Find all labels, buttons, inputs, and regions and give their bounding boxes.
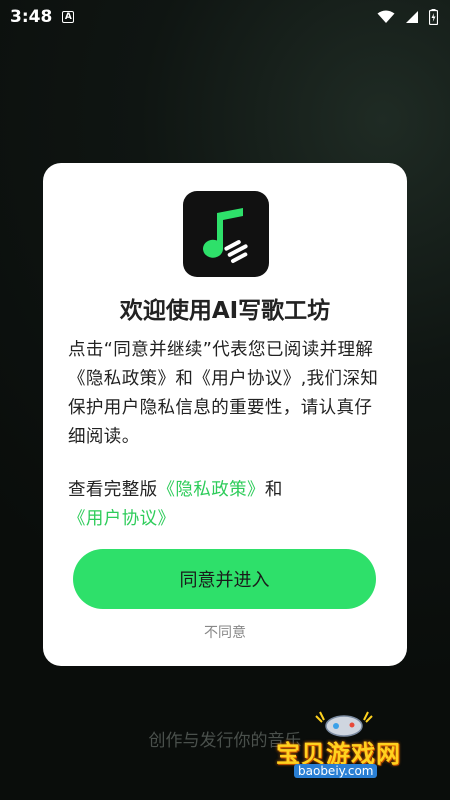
status-left: 3:48 A bbox=[10, 7, 75, 27]
site-watermark: 宝贝游戏网 baobeiy.com bbox=[276, 708, 426, 780]
status-bar: 3:48 A bbox=[0, 0, 450, 34]
music-note-icon bbox=[203, 208, 248, 263]
agree-button[interactable]: 同意并进入 bbox=[73, 549, 376, 609]
a-notification-icon: A bbox=[62, 11, 75, 23]
dialog-body-text: 点击“同意并继续”代表您已阅读并理解《隐私政策》和《用户协议》,我们深知保护用户… bbox=[68, 340, 379, 447]
signal-icon bbox=[406, 11, 418, 23]
app-logo bbox=[183, 191, 269, 277]
links-prefix: 查看完整版 bbox=[68, 480, 158, 500]
privacy-policy-link[interactable]: 《隐私政策》 bbox=[158, 480, 265, 500]
wifi-icon bbox=[377, 10, 395, 23]
status-time: 3:48 bbox=[10, 7, 53, 27]
privacy-dialog: 欢迎使用AI写歌工坊 点击“同意并继续”代表您已阅读并理解《隐私政策》和《用户协… bbox=[43, 163, 407, 666]
user-agreement-link[interactable]: 《用户协议》 bbox=[68, 509, 175, 529]
status-right bbox=[377, 9, 438, 25]
watermark-url: baobeiy.com bbox=[294, 764, 378, 778]
dialog-title: 欢迎使用AI写歌工坊 bbox=[119, 298, 331, 324]
battery-icon bbox=[429, 9, 438, 25]
links-and: 和 bbox=[264, 480, 283, 500]
disagree-link[interactable]: 不同意 bbox=[43, 622, 407, 642]
policy-links-line: 查看完整版《隐私政策》和《用户协议》 bbox=[68, 476, 386, 534]
